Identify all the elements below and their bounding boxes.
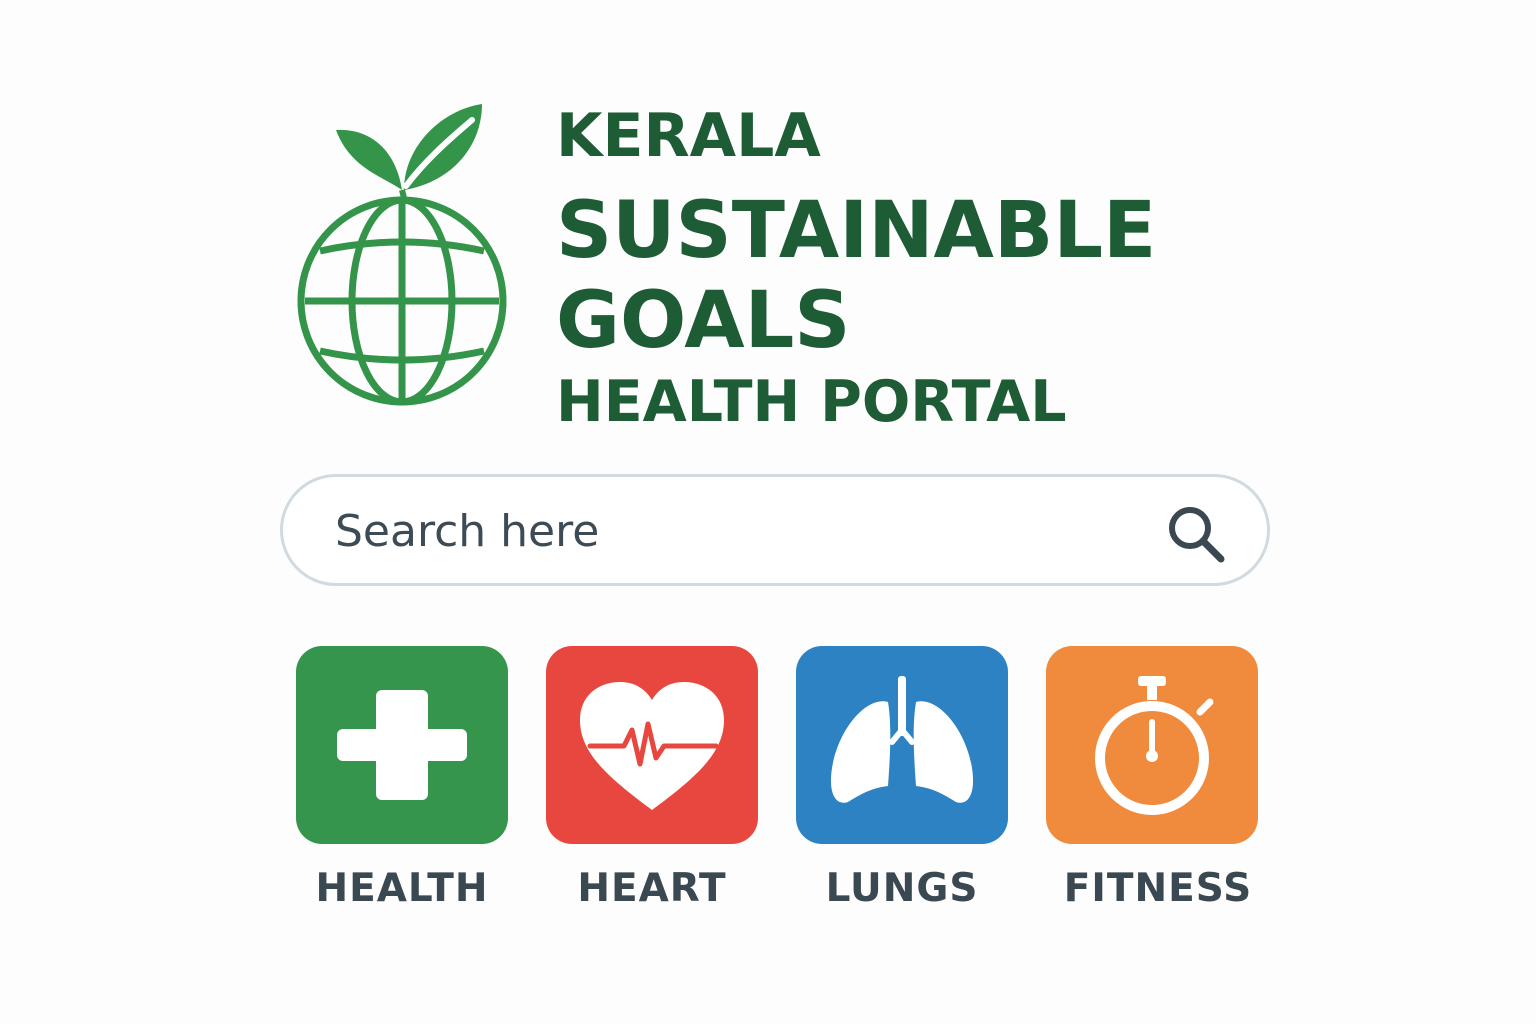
heart-tile-button[interactable]: [546, 646, 758, 844]
title-line-goals: GOALS: [556, 276, 851, 366]
lungs-tile-label[interactable]: LUNGS: [772, 866, 1032, 911]
health-tile-label[interactable]: HEALTH: [272, 866, 532, 911]
fitness-tile-button[interactable]: [1046, 646, 1258, 844]
globe-leaf-icon: [292, 98, 512, 410]
lungs-tile-button[interactable]: [796, 646, 1008, 844]
search-icon[interactable]: [1163, 501, 1229, 567]
search-bar[interactable]: [280, 474, 1270, 586]
title-line-health-portal: HEALTH PORTAL: [556, 369, 1067, 435]
title-line-kerala: KERALA: [556, 101, 821, 171]
title-line-sustainable: SUSTAINABLE: [556, 186, 1157, 276]
fitness-tile-label[interactable]: FITNESS: [1028, 866, 1288, 911]
health-tile-button[interactable]: [296, 646, 508, 844]
search-input[interactable]: [335, 495, 1135, 567]
heart-tile-label[interactable]: HEART: [522, 866, 782, 911]
